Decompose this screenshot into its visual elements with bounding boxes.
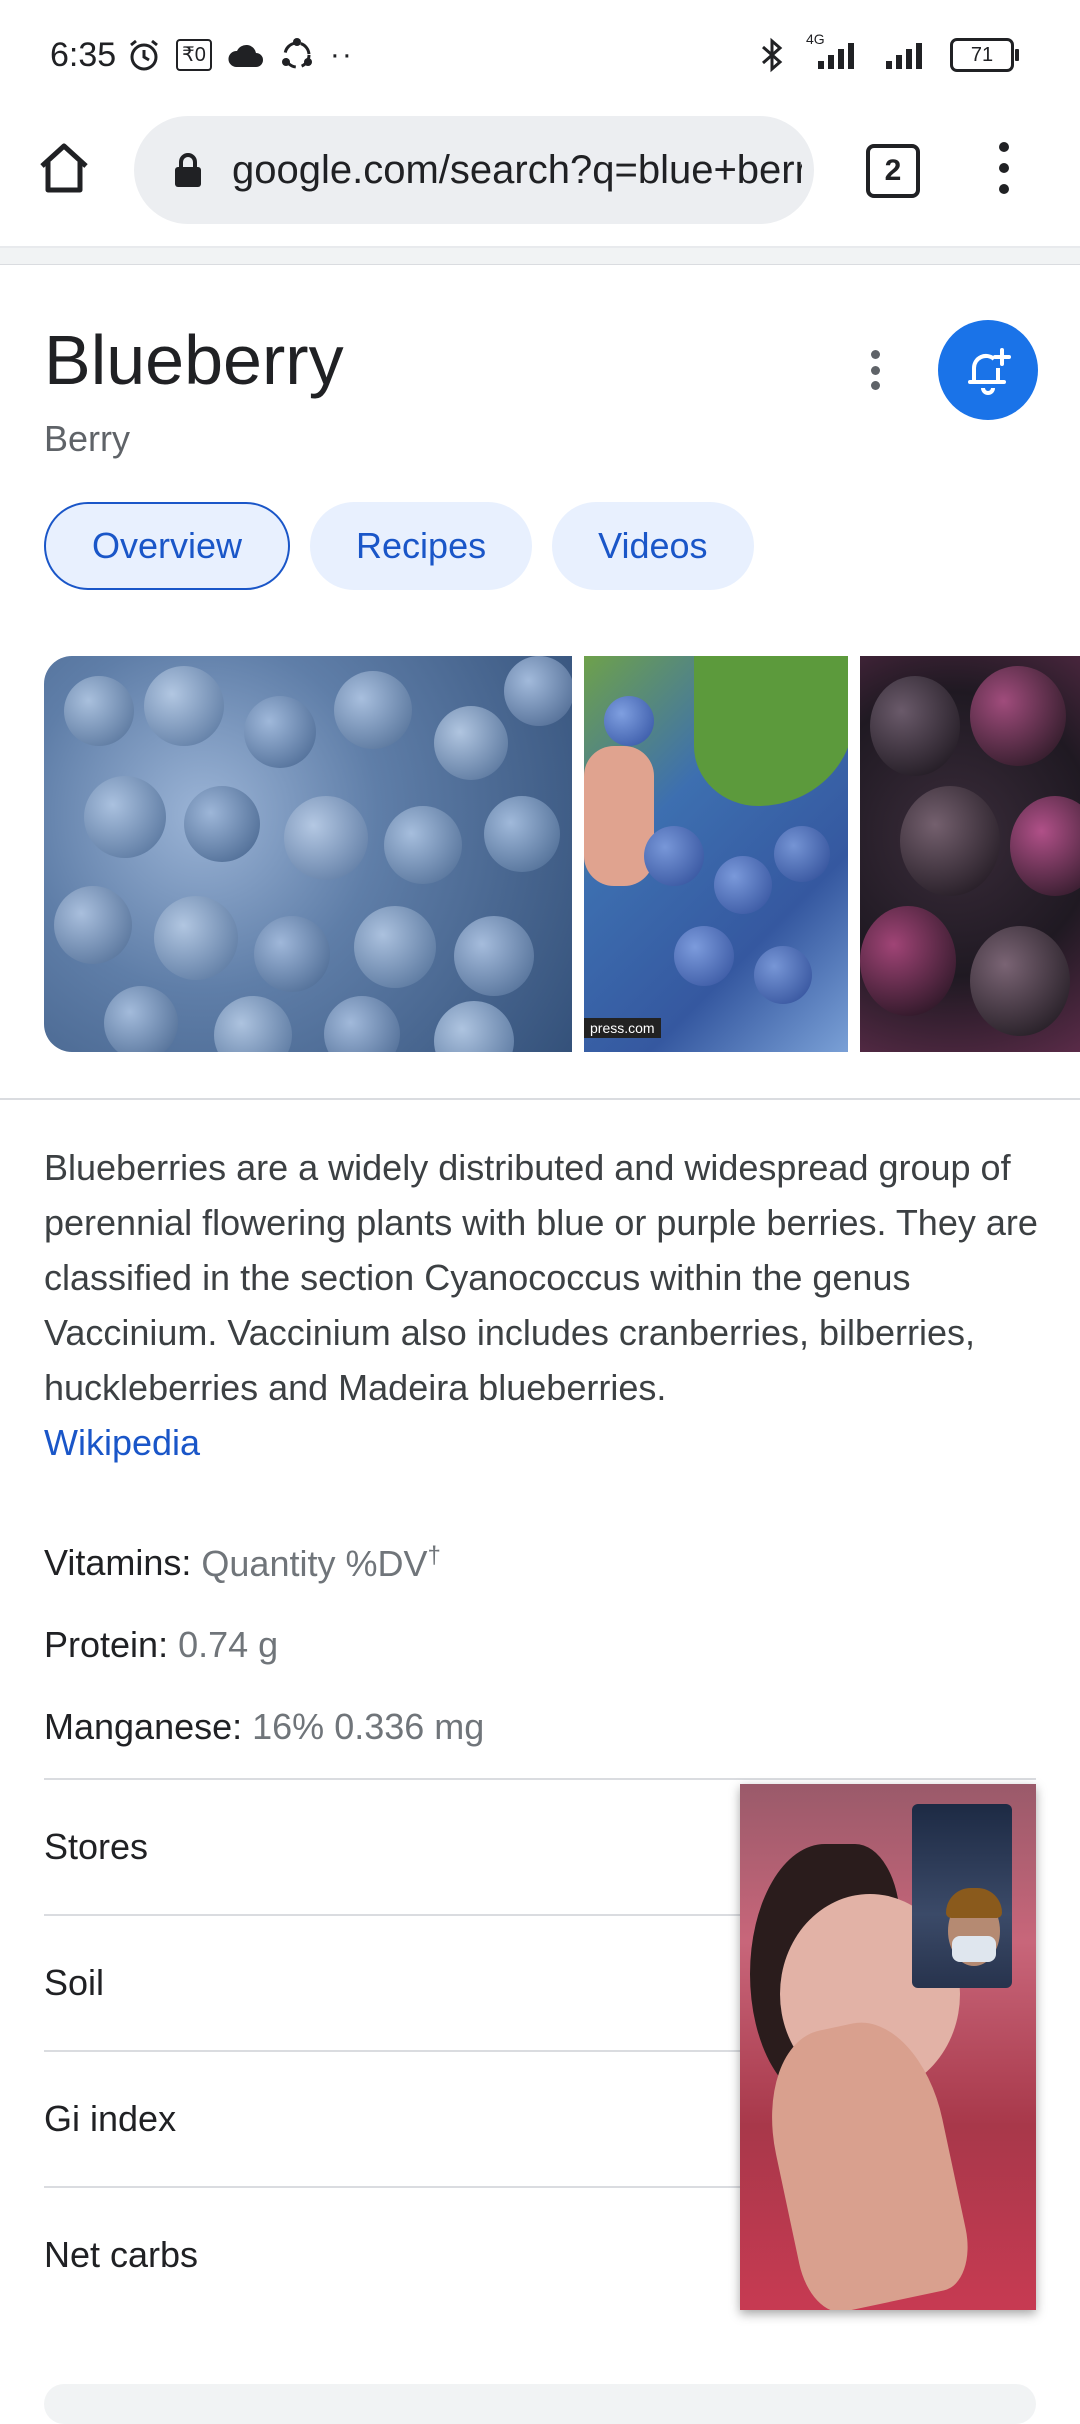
signal-icon <box>882 39 932 71</box>
entity-more-options-button[interactable] <box>862 350 888 390</box>
signal-4g-icon: 4G <box>804 31 864 71</box>
browser-menu-button[interactable] <box>984 138 1024 198</box>
more-dot-icon <box>870 381 880 390</box>
fact-value: 0.74 g <box>178 1624 279 1665</box>
entity-title: Blueberry <box>44 321 344 399</box>
home-icon <box>40 143 88 193</box>
video-call-overlay[interactable] <box>740 1784 1036 2310</box>
rupee-icon: ₹0 <box>176 39 212 71</box>
lock-icon <box>175 153 201 187</box>
sync-icon <box>278 36 316 74</box>
status-time: 6:35 <box>50 36 117 74</box>
alarm-icon <box>126 37 162 73</box>
section-divider <box>0 1098 1080 1100</box>
self-video-preview[interactable] <box>912 1804 1012 1988</box>
bottom-sheet-handle[interactable] <box>44 2384 1036 2424</box>
status-icons-right: 4G 71 <box>760 30 1019 80</box>
self-video-mask <box>952 1936 996 1962</box>
menu-dot-icon <box>999 163 1009 173</box>
menu-dot-icon <box>999 142 1009 152</box>
blueberry-image-1[interactable] <box>44 656 572 1052</box>
bell-plus-icon <box>968 348 1011 395</box>
fact-row-manganese: Manganese: 16% 0.336 mg <box>44 1686 1034 1768</box>
follow-button[interactable] <box>938 320 1038 420</box>
fact-value: 16% 0.336 mg <box>252 1706 485 1747</box>
tab-overview[interactable]: Overview <box>44 502 291 590</box>
more-dot-icon <box>870 350 880 359</box>
image-carousel: press.com <box>44 656 1080 1052</box>
status-icons-left: ₹0 ·· <box>126 30 354 80</box>
nutrition-facts: Vitamins: Quantity %DV† Protein: 0.74 g … <box>44 1522 1034 1768</box>
fact-label: Manganese: <box>44 1706 243 1747</box>
url-bar[interactable]: google.com/search?q=blue+berry <box>134 116 814 224</box>
more-dot-icon <box>870 365 880 375</box>
fact-footnote-marker: † <box>427 1541 441 1569</box>
network-type-label: 4G <box>806 31 825 47</box>
url-text[interactable]: google.com/search?q=blue+berry <box>232 148 802 193</box>
tab-videos[interactable]: Videos <box>552 502 754 590</box>
fact-value: Quantity %DV† <box>201 1542 440 1585</box>
remote-video-hand <box>752 2009 978 2310</box>
fact-value-text: Quantity %DV <box>201 1542 428 1584</box>
self-video-cap <box>946 1888 1002 1918</box>
entity-description: Blueberries are a widely distributed and… <box>44 1140 1044 1470</box>
entity-tabs: Overview Recipes Videos <box>44 502 754 590</box>
more-dots-icon: ·· <box>329 38 354 71</box>
fact-row-vitamins: Vitamins: Quantity %DV† <box>44 1522 1034 1604</box>
fact-row-protein: Protein: 0.74 g <box>44 1604 1034 1686</box>
blueberry-image-2[interactable]: press.com <box>584 656 848 1052</box>
toolbar-separator <box>0 248 1080 265</box>
description-text: Blueberries are a widely distributed and… <box>44 1147 1038 1408</box>
jamun-berry-image[interactable] <box>860 656 1080 1052</box>
fact-label: Protein: <box>44 1624 169 1665</box>
home-button[interactable] <box>34 138 94 198</box>
battery-icon: 71 <box>950 38 1019 72</box>
tab-switcher-button[interactable]: 2 <box>866 144 920 198</box>
bluetooth-icon <box>760 37 786 73</box>
wikipedia-link[interactable]: Wikipedia <box>44 1422 200 1463</box>
entity-subtitle: Berry <box>44 418 131 459</box>
tab-recipes[interactable]: Recipes <box>310 502 533 590</box>
menu-dot-icon <box>999 184 1009 194</box>
image-watermark: press.com <box>584 1018 661 1038</box>
cloud-icon <box>226 41 264 69</box>
fact-label: Vitamins: <box>44 1542 192 1583</box>
browser-toolbar: google.com/search?q=blue+berry 2 <box>0 112 1080 248</box>
status-bar: 6:35 ₹0 ·· 4G 71 <box>0 0 1080 112</box>
